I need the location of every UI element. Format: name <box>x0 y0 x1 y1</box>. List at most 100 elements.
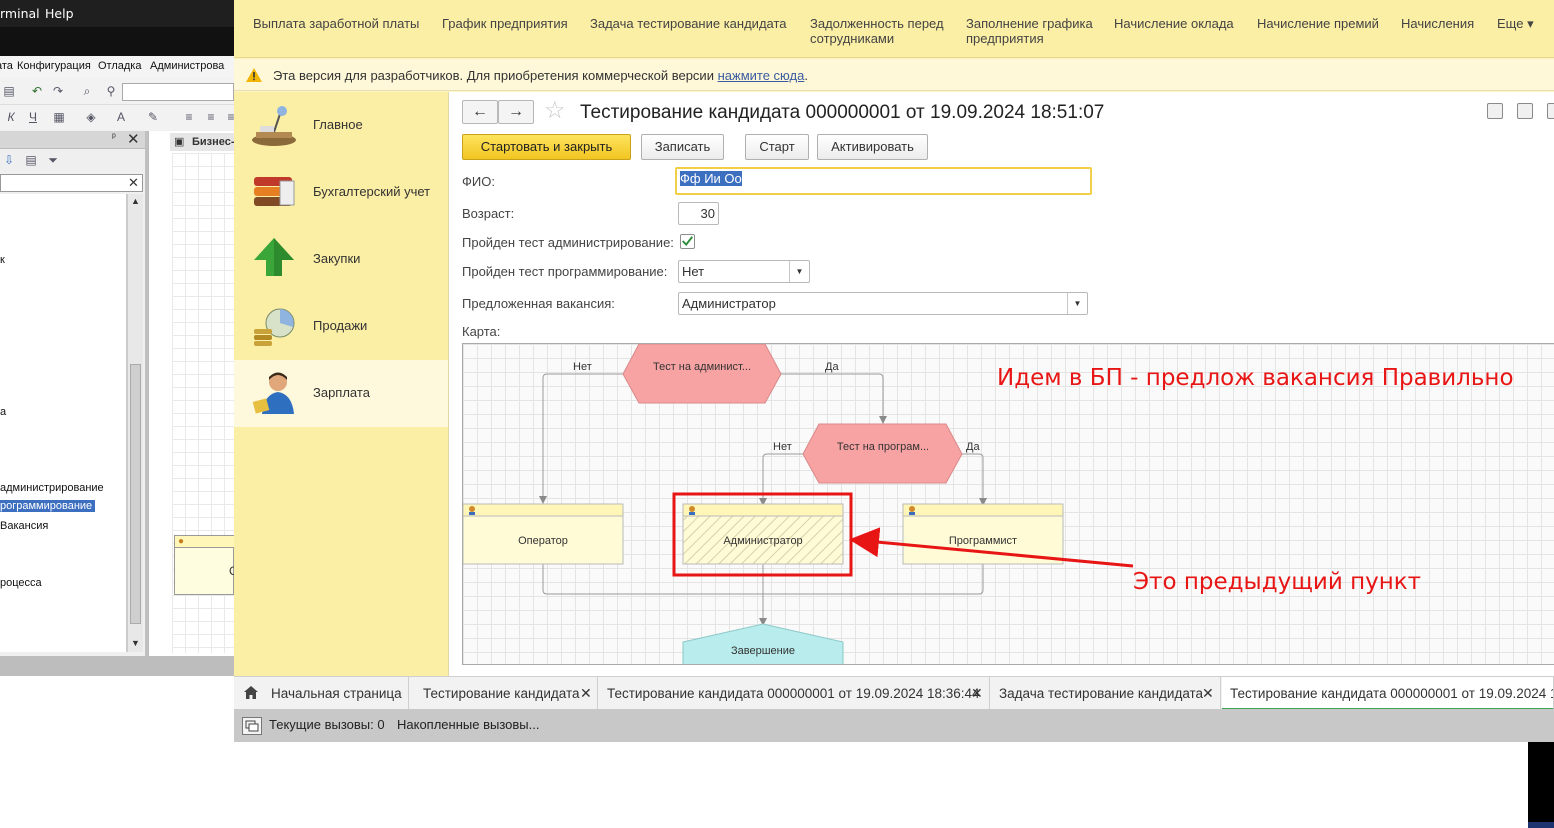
print-icon[interactable] <box>1517 103 1533 119</box>
metadata-tree: к а администрирование рограммирование Ва… <box>0 194 127 652</box>
section-salary-accrual[interactable]: Начисление оклада <box>1114 16 1234 31</box>
decision-prog-test[interactable] <box>802 423 963 484</box>
scroll-down-icon[interactable]: ▼ <box>131 638 140 648</box>
green-arrow-up-icon <box>254 238 294 276</box>
fio-label: ФИО: <box>462 174 495 189</box>
home-icon <box>244 686 258 699</box>
close-tab-icon[interactable]: ✕ <box>580 677 592 710</box>
highlight-icon[interactable]: ✎ <box>146 110 160 124</box>
font-color-icon[interactable]: A <box>114 110 128 124</box>
fill-icon[interactable]: ◈ <box>84 110 98 124</box>
scrollbar-thumb[interactable] <box>130 364 141 624</box>
fio-field[interactable]: Фф Ии Оо <box>675 167 1092 195</box>
undo-icon[interactable]: ↶ <box>30 84 44 98</box>
start-and-close-button[interactable]: Стартовать и закрыть <box>462 134 631 160</box>
find-icon[interactable]: ▤ <box>2 84 16 98</box>
tab-candidate-testing-list[interactable]: Тестирование кандидата ✕ <box>410 677 598 710</box>
nav-label: Продажи <box>313 318 368 333</box>
tree-item[interactable]: роцесса <box>0 577 42 589</box>
close-tab-icon[interactable]: ✕ <box>1202 677 1214 710</box>
editor-tab[interactable]: ▣ Бизнес- <box>170 133 234 151</box>
desk-lamp-icon <box>252 106 296 146</box>
current-calls: Текущие вызовы: 0 <box>269 717 385 732</box>
border-icon[interactable]: ▦ <box>52 110 66 124</box>
monitor-icon[interactable] <box>242 717 262 735</box>
menu-configuration[interactable]: Конфигурация <box>17 60 91 72</box>
section-fill-schedule[interactable]: Заполнение графика предприятия <box>966 16 1096 46</box>
more-menu[interactable]: Еще ▾ <box>1497 16 1534 31</box>
underline-icon[interactable]: Ч <box>26 110 40 124</box>
tree-item-selected[interactable]: рограммирование <box>0 500 96 512</box>
save-button[interactable]: Записать <box>641 134 724 160</box>
nav-purchases[interactable]: Закупки <box>234 226 448 293</box>
align-center-icon[interactable]: ≡ <box>204 110 218 124</box>
menu-terminal[interactable]: rminal <box>0 6 40 21</box>
tree-scrollbar[interactable]: ▲ ▼ <box>127 194 143 652</box>
close-tab-icon[interactable]: ✕ <box>971 677 983 710</box>
search-icon[interactable]: ⚲ <box>104 84 118 98</box>
tree-item[interactable]: Вакансия <box>0 520 48 532</box>
scroll-up-icon[interactable]: ▲ <box>131 196 140 206</box>
tree-item[interactable]: а <box>0 406 6 418</box>
document-form: ← → ☆ Тестирование кандидата 000000001 о… <box>448 92 1554 676</box>
chevron-down-icon[interactable]: ▼ <box>1067 293 1087 314</box>
editor-process-node[interactable]: ● С <box>174 535 234 595</box>
tab-candidate-testing-185107[interactable]: Тестирование кандидата 000000001 от 19.0… <box>1222 677 1554 710</box>
prog-test-select[interactable]: Нет ▼ <box>678 260 810 283</box>
pin-icon[interactable]: ᵖ <box>112 132 116 143</box>
nav-main[interactable]: Главное <box>234 92 448 159</box>
annotation-top-text: Идем в БП - предлож вакансия Правильно <box>997 365 1514 391</box>
back-button[interactable]: ← <box>462 100 498 124</box>
configurator-window: rminal Help ата Конфигурация Отладка Адм… <box>0 0 234 676</box>
save-icon[interactable] <box>1487 103 1503 119</box>
task-operator[interactable]: Оператор <box>463 503 624 565</box>
chevron-down-icon[interactable]: ▼ <box>789 261 809 282</box>
tree-item[interactable]: администрирование <box>0 482 104 494</box>
age-field[interactable]: 30 <box>678 202 719 225</box>
buy-license-link[interactable]: нажмите сюда <box>718 68 805 83</box>
section-payroll-payout[interactable]: Выплата заработной платы <box>253 16 419 31</box>
tab-home[interactable]: Начальная страница <box>234 677 409 710</box>
map-label: Карта: <box>462 324 501 339</box>
admin-test-checkbox[interactable] <box>680 234 695 249</box>
section-candidate-test-task[interactable]: Задача тестирование кандидата <box>590 16 787 31</box>
tree-search-input[interactable]: ✕ <box>0 174 143 192</box>
edge-label-yes2: Да <box>966 441 980 453</box>
align-left-icon[interactable]: ≡ <box>182 110 196 124</box>
tab-test-task[interactable]: Задача тестирование кандидата ✕ <box>991 677 1221 710</box>
section-employee-debt[interactable]: Задолженность перед сотрудниками <box>810 16 950 46</box>
tab-label: Тестирование кандидата 000000001 от 19.0… <box>607 686 980 701</box>
configurator-search-combo[interactable] <box>122 83 234 101</box>
activate-button[interactable]: Активировать <box>817 134 928 160</box>
menu-administration[interactable]: Администрова <box>150 60 224 72</box>
favorite-star-icon[interactable]: ☆ <box>544 98 566 124</box>
menu-data[interactable]: ата <box>0 60 13 72</box>
section-accruals[interactable]: Начисления <box>1401 16 1474 31</box>
section-bonus-accrual[interactable]: Начисление премий <box>1257 16 1379 31</box>
accumulated-calls[interactable]: Накопленные вызовы... <box>397 717 539 732</box>
vacancy-select[interactable]: Администратор ▼ <box>678 292 1088 315</box>
decision-admin-test[interactable] <box>622 344 782 404</box>
clear-search-icon[interactable]: ✕ <box>128 175 139 191</box>
nav-payroll[interactable]: Зарплата <box>234 360 448 427</box>
close-icon[interactable]: ✕ <box>127 130 140 148</box>
find-in-text-icon[interactable]: ⌕ <box>80 84 94 98</box>
tab-candidate-testing-183644[interactable]: Тестирование кандидата 000000001 от 19.0… <box>599 677 990 710</box>
forward-button[interactable]: → <box>498 100 534 124</box>
nav-accounting[interactable]: Бухгалтерский учет <box>234 159 448 226</box>
italic-icon[interactable]: К <box>4 110 18 124</box>
tree-item[interactable]: к <box>0 254 5 266</box>
task-programmer[interactable]: Программист <box>902 503 1064 565</box>
move-down-icon[interactable]: ⇩ <box>2 153 16 167</box>
filter-icon[interactable]: ⏷ <box>46 153 60 167</box>
menu-help[interactable]: Help <box>45 6 74 21</box>
menu-debug[interactable]: Отладка <box>98 60 141 72</box>
sort-icon[interactable]: ▤ <box>24 153 38 167</box>
redo-icon[interactable]: ↷ <box>51 84 65 98</box>
nav-sales[interactable]: Продажи <box>234 293 448 360</box>
link-icon[interactable] <box>1547 103 1554 119</box>
task-administrator[interactable]: Администратор <box>682 503 844 565</box>
start-button[interactable]: Старт <box>745 134 809 160</box>
align-right-icon[interactable]: ≡ <box>224 110 234 124</box>
section-company-schedule[interactable]: График предприятия <box>442 16 568 31</box>
